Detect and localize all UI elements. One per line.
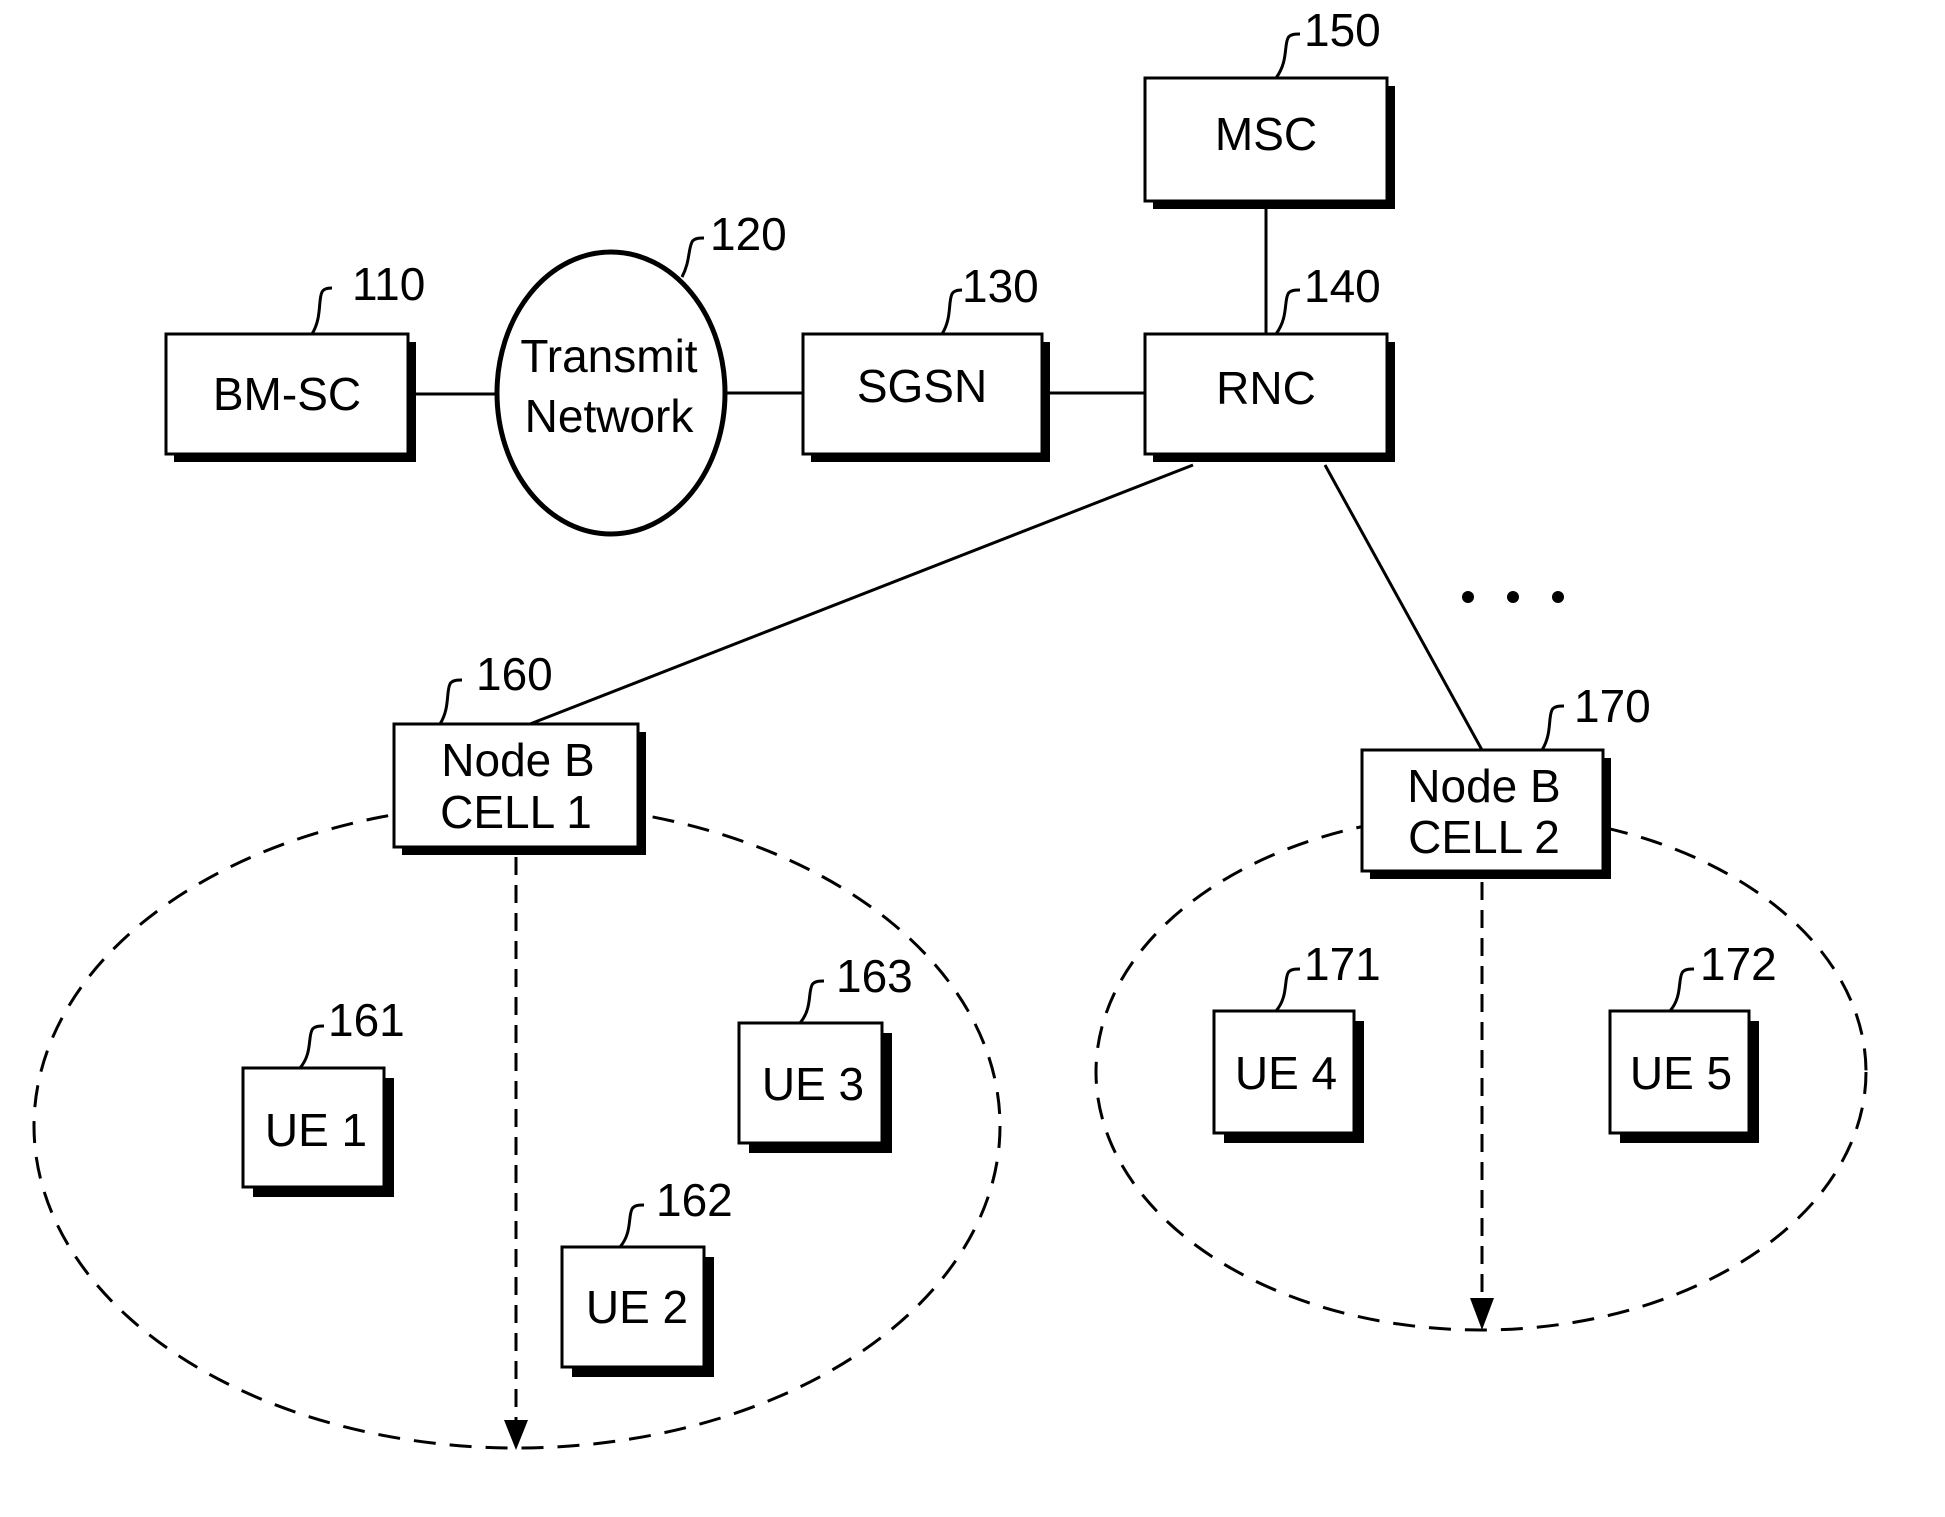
leader-line	[1274, 288, 1301, 335]
ue1-ref: 161	[328, 994, 405, 1046]
ue4-label: UE 4	[1235, 1047, 1337, 1099]
ue3-label: UE 3	[762, 1058, 864, 1110]
ue2-label: UE 2	[586, 1281, 688, 1333]
ue5-node: UE 5 172	[1608, 938, 1777, 1143]
ue3-node: UE 3 163	[737, 950, 913, 1153]
ue1-label: UE 1	[265, 1104, 367, 1156]
nodeb-cell2-node: Node B CELL 2 170	[1360, 680, 1651, 879]
nodeb1-ref: 160	[476, 648, 553, 700]
ue5-ref: 172	[1700, 938, 1777, 990]
bmsc-label: BM-SC	[213, 368, 361, 420]
leader-line	[940, 288, 963, 335]
arrowhead-icon	[504, 1420, 528, 1450]
ue1-node: UE 1 161	[241, 994, 405, 1197]
leader-line	[1274, 32, 1301, 79]
transmit-label-line1: Transmit	[520, 330, 697, 382]
ue4-ref: 171	[1304, 938, 1381, 990]
transmit-network-node: Transmit Network 120	[494, 208, 787, 537]
sgsn-node: SGSN 130	[801, 260, 1050, 462]
leader-line	[298, 1024, 325, 1069]
rnc-label: RNC	[1216, 362, 1316, 414]
leader-line	[1668, 967, 1695, 1012]
rnc-node: RNC 140	[1143, 260, 1395, 462]
leader-line	[680, 236, 705, 278]
leader-line	[618, 1203, 645, 1248]
nodeb2-label-line1: Node B	[1407, 760, 1560, 812]
nodeb2-label-line2: CELL 2	[1408, 811, 1560, 863]
more-nodes-ellipsis	[1462, 591, 1564, 603]
ue4-node: UE 4 171	[1212, 938, 1381, 1143]
leader-line	[798, 979, 825, 1024]
bmsc-node: BM-SC 110	[164, 258, 425, 462]
arrowhead-icon	[1470, 1298, 1494, 1330]
ue5-label: UE 5	[1630, 1047, 1732, 1099]
link-rnc-nodeb2	[1323, 464, 1484, 751]
nodeb-cell1-node: Node B CELL 1 160	[392, 648, 646, 855]
rnc-ref: 140	[1304, 260, 1381, 312]
nodeb1-label-line2: CELL 1	[440, 786, 592, 838]
ue2-ref: 162	[656, 1174, 733, 1226]
nodeb2-ref: 170	[1574, 680, 1651, 732]
nodeb1-label-line1: Node B	[441, 734, 594, 786]
ue3-ref: 163	[836, 950, 913, 1002]
leader-line	[438, 678, 463, 725]
network-diagram: BM-SC 110 Transmit Network 120 SGSN 130 …	[32, 4, 1868, 1450]
leader-line	[1540, 704, 1565, 751]
msc-ref: 150	[1304, 4, 1381, 56]
ue2-node: UE 2 162	[560, 1174, 733, 1377]
msc-node: MSC 150	[1143, 4, 1395, 209]
sgsn-ref: 130	[962, 260, 1039, 312]
bmsc-ref: 110	[352, 258, 425, 310]
transmit-ref: 120	[710, 208, 787, 260]
msc-label: MSC	[1215, 108, 1317, 160]
leader-line	[310, 286, 333, 335]
sgsn-label: SGSN	[857, 360, 987, 412]
leader-line	[1274, 967, 1301, 1012]
transmit-label-line2: Network	[525, 390, 695, 442]
